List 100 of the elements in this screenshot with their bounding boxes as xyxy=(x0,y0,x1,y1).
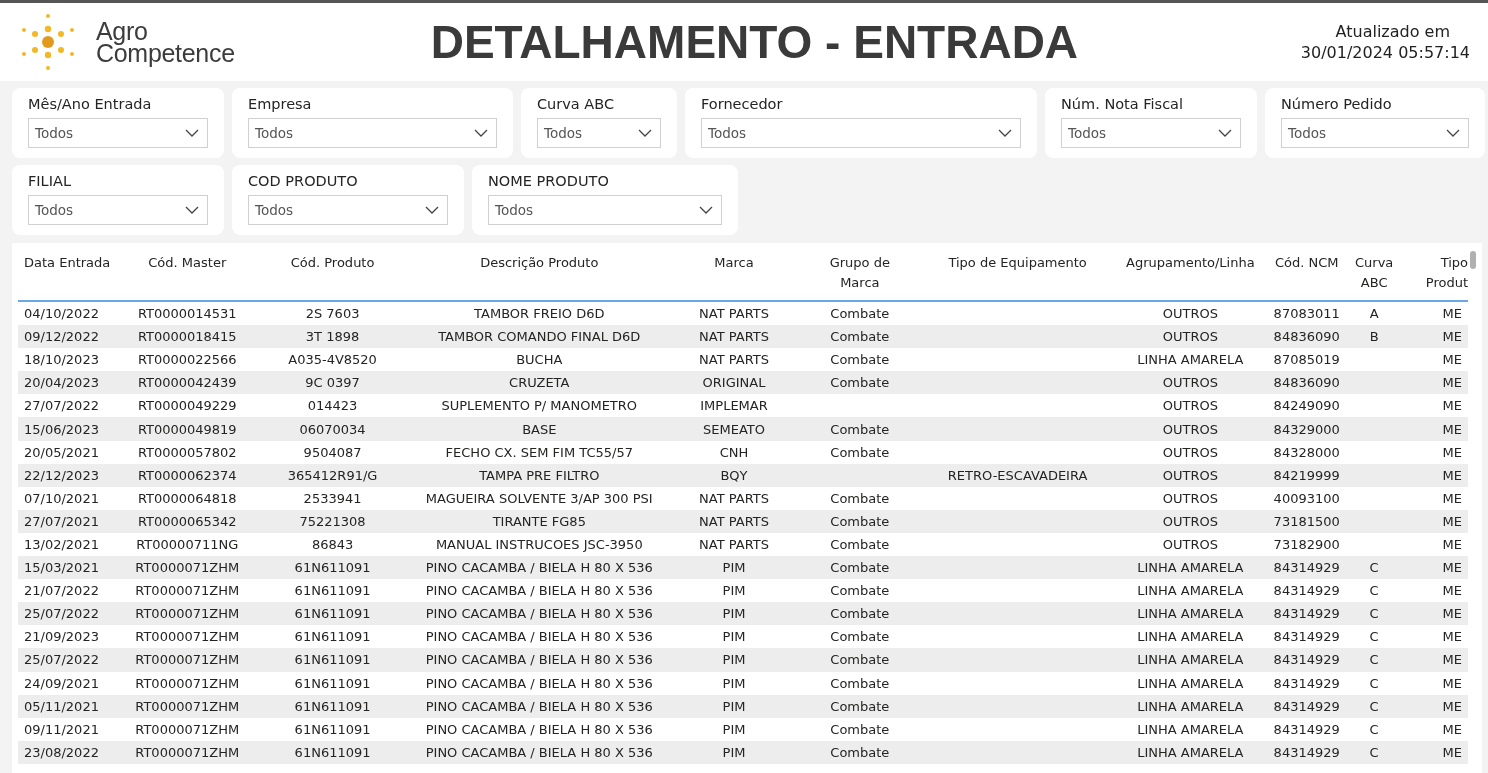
table-cell: 84329000 xyxy=(1273,421,1340,437)
column-header[interactable]: Cód. Master xyxy=(119,251,255,300)
table-cell: C xyxy=(1369,606,1379,622)
filter-label: COD PRODUTO xyxy=(248,173,359,189)
table-cell: 84328000 xyxy=(1273,444,1340,460)
table-cell: LINHA AMARELA xyxy=(1137,352,1244,368)
table-cell: RT0000042439 xyxy=(137,375,237,391)
table-cell: ME xyxy=(1442,352,1462,368)
table-cell: 61N611091 xyxy=(294,606,371,622)
table-cell: ME xyxy=(1442,513,1462,529)
table-cell: 73181500 xyxy=(1273,513,1340,529)
table-cell: PIM xyxy=(722,606,746,622)
column-header[interactable]: Cód. NCM xyxy=(1265,251,1349,300)
table-cell: 22/12/2023 xyxy=(24,467,99,483)
filter-dropdown[interactable]: Todos xyxy=(1061,118,1241,148)
table-cell: NAT PARTS xyxy=(699,513,769,529)
table-cell: 84314929 xyxy=(1273,560,1340,576)
table-cell: ME xyxy=(1442,606,1462,622)
table-cell: Combate xyxy=(830,721,890,737)
table-cell: LINHA AMARELA xyxy=(1137,652,1244,668)
table-cell: PINO CACAMBA / BIELA H 80 X 536 xyxy=(425,583,653,599)
table-cell: 84314929 xyxy=(1273,652,1340,668)
table-cell: 84314929 xyxy=(1273,606,1340,622)
table-cell: 84836090 xyxy=(1273,329,1340,345)
table-cell: C xyxy=(1369,744,1379,760)
column-header[interactable]: Descrição Produto xyxy=(410,251,669,300)
table-cell: TAMPA PRE FILTRO xyxy=(479,467,600,483)
filter-dropdown[interactable]: Todos xyxy=(537,118,661,148)
filter-dropdown[interactable]: Todos xyxy=(701,118,1021,148)
table-cell: Combate xyxy=(830,583,890,599)
column-header[interactable]: Grupo de Marca xyxy=(799,251,920,300)
chevron-down-icon xyxy=(425,206,439,214)
column-header[interactable]: Data Entrada xyxy=(18,251,120,300)
table-cell: ME xyxy=(1442,490,1462,506)
table-cell: RT00000711NG xyxy=(136,537,239,552)
table-cell: Combate xyxy=(830,421,890,437)
table-cell: RT0000049819 xyxy=(137,421,237,437)
table-cell: RT0000014531 xyxy=(137,306,237,322)
scrollbar-thumb[interactable] xyxy=(1470,251,1476,269)
filter-dropdown[interactable]: Todos xyxy=(1281,118,1469,148)
table-cell: LINHA AMARELA xyxy=(1137,583,1244,599)
column-header[interactable]: Marca xyxy=(668,251,800,300)
table-cell: TIRANTE FG85 xyxy=(492,513,586,529)
table-cell: RT0000071ZHM xyxy=(135,652,240,668)
table-cell: ME xyxy=(1442,375,1462,391)
table-cell: B xyxy=(1369,329,1379,345)
table-cell: A xyxy=(1369,306,1379,322)
column-header[interactable]: Tipo de Equipamento xyxy=(919,251,1116,300)
table-cell: C xyxy=(1369,652,1379,668)
table-cell: ME xyxy=(1442,652,1462,668)
table-cell: 18/10/2023 xyxy=(24,352,99,368)
table-cell: Combate xyxy=(830,329,890,345)
filter-label: FILIAL xyxy=(28,173,72,189)
table-cell: C xyxy=(1369,698,1379,714)
table-cell: Combate xyxy=(830,375,890,391)
table-cell: 61N611091 xyxy=(294,629,371,645)
table-cell: BUCHA xyxy=(516,352,563,368)
table-cell: ME xyxy=(1442,583,1462,599)
filter-dropdown[interactable]: Todos xyxy=(28,195,208,225)
table-cell: RT0000049229 xyxy=(137,398,237,414)
table-cell: 84836090 xyxy=(1273,375,1340,391)
column-header[interactable]: Agrupamento/Linha xyxy=(1115,251,1266,300)
table-cell: OUTROS xyxy=(1162,537,1218,552)
table-cell: Combate xyxy=(830,306,890,322)
table-cell: ME xyxy=(1442,721,1462,737)
table-cell: OUTROS xyxy=(1162,513,1218,529)
table-cell: Combate xyxy=(830,652,890,668)
column-header[interactable]: Curva ABC xyxy=(1348,251,1401,300)
chevron-down-icon xyxy=(699,206,713,214)
table-cell: 84249090 xyxy=(1273,398,1340,414)
table-cell: ME xyxy=(1442,629,1462,645)
table-cell: RT0000065342 xyxy=(137,513,237,529)
column-header[interactable]: Tipo Produt xyxy=(1400,251,1468,300)
table-cell: 21/07/2022 xyxy=(24,583,99,599)
table-cell: PIM xyxy=(722,652,746,668)
table-cell: Combate xyxy=(830,629,890,645)
table-cell: ME xyxy=(1442,698,1462,714)
table-cell: 40093100 xyxy=(1273,490,1340,506)
table-cell: PIM xyxy=(722,721,746,737)
filter-label: Curva ABC xyxy=(537,96,616,112)
chevron-down-icon xyxy=(474,129,488,137)
filter-dropdown[interactable]: Todos xyxy=(248,118,497,148)
table-cell: 84314929 xyxy=(1273,744,1340,760)
table-cell: 61N611091 xyxy=(294,698,371,714)
table-cell: OUTROS xyxy=(1162,444,1218,460)
table-cell: Combate xyxy=(830,513,890,529)
filter-dropdown[interactable]: Todos xyxy=(28,118,208,148)
column-header[interactable]: Cód. Produto xyxy=(254,251,411,300)
table-cell: PINO CACAMBA / BIELA H 80 X 536 xyxy=(425,721,653,737)
table-cell: TAMBOR COMANDO FINAL D6D xyxy=(438,329,641,345)
table-cell: 21/09/2023 xyxy=(24,629,99,645)
table-cell: 73182900 xyxy=(1273,537,1340,552)
table-cell: PINO CACAMBA / BIELA H 80 X 536 xyxy=(425,675,653,691)
filter-dropdown[interactable]: Todos xyxy=(488,195,722,225)
filter-dropdown[interactable]: Todos xyxy=(248,195,448,225)
table-cell: 04/10/2022 xyxy=(24,306,99,322)
table-cell: OUTROS xyxy=(1162,306,1218,322)
table-cell: ME xyxy=(1442,467,1462,483)
table-cell: 61N611091 xyxy=(294,721,371,737)
table-cell: RT0000071ZHM xyxy=(135,675,240,691)
